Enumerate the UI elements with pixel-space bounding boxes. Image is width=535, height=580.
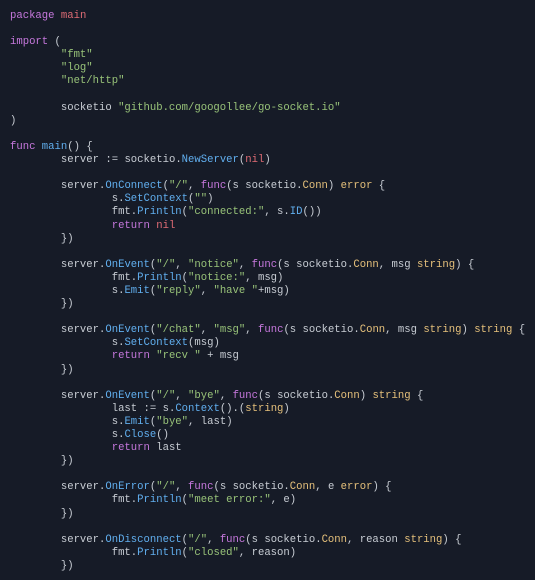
call-onevent: OnEvent: [105, 259, 150, 271]
pkg-main: main: [61, 10, 86, 22]
call-onconnect: OnConnect: [105, 180, 162, 192]
import-nethttp: "net/http": [61, 75, 125, 87]
func-main: main: [42, 141, 67, 153]
import-socketio: "github.com/googollee/go-socket.io": [118, 102, 341, 114]
paren-open: (: [55, 36, 61, 48]
import-log: "log": [61, 62, 93, 74]
call-ondisconnect: OnDisconnect: [105, 534, 181, 546]
keyword-import: import: [10, 36, 48, 48]
import-fmt: "fmt": [61, 49, 93, 61]
keyword-func: func: [10, 141, 35, 153]
call-newserver: NewServer: [182, 154, 239, 166]
call-onerror: OnError: [105, 481, 150, 493]
nil: nil: [245, 154, 264, 166]
keyword-package: package: [10, 10, 55, 22]
paren-close: ): [10, 115, 16, 127]
code-editor: package main import ( "fmt" "log" "net/h…: [0, 0, 535, 580]
import-alias: socketio: [61, 102, 112, 114]
